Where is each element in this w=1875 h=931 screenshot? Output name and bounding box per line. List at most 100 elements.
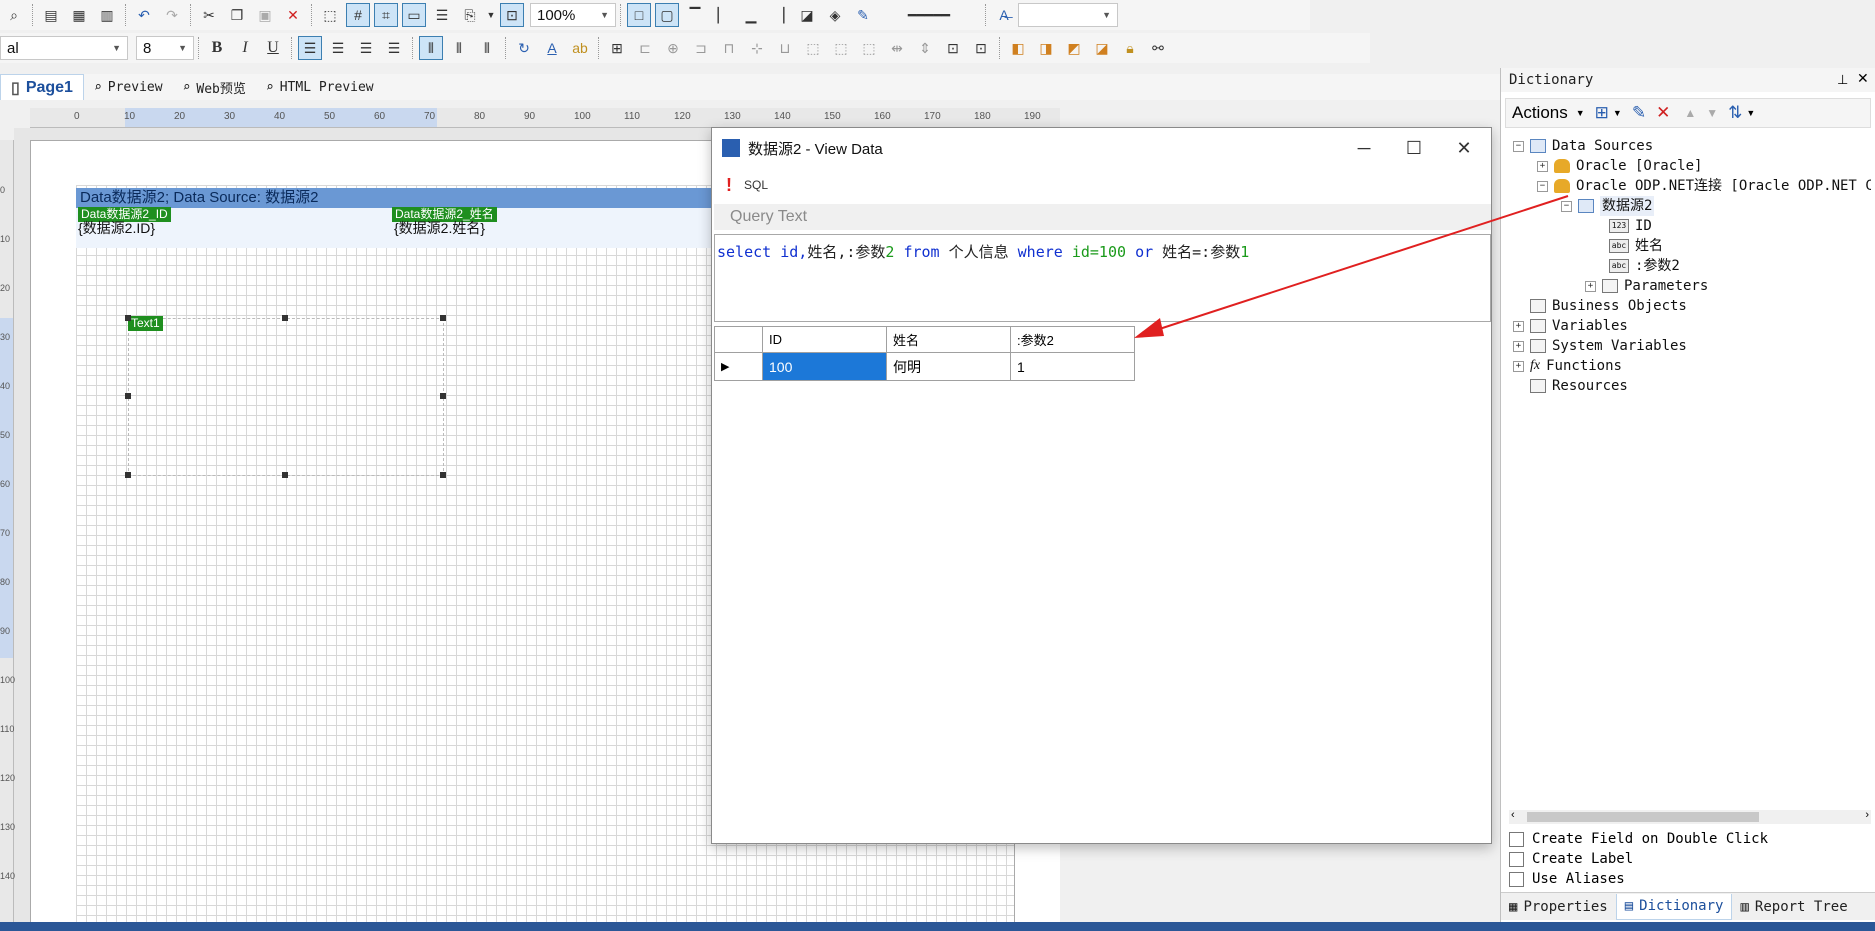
tree-field-param[interactable]: abc :参数2: [1609, 256, 1680, 276]
select-all-icon[interactable]: ⬚: [318, 3, 342, 27]
chevron-down-icon[interactable]: ▼: [1613, 108, 1622, 118]
delete-icon[interactable]: ✕: [281, 3, 305, 27]
text-component-label[interactable]: Text1: [128, 316, 163, 331]
tree-oracle[interactable]: + Oracle [Oracle]: [1537, 156, 1702, 176]
new-report-icon[interactable]: ▤: [39, 3, 63, 27]
bottom-border-icon[interactable]: ▁: [739, 3, 763, 27]
cell-name[interactable]: 何明: [886, 352, 1011, 381]
make-same-size-icon[interactable]: ⬚: [801, 36, 825, 60]
align-middles-icon[interactable]: ⊹: [745, 36, 769, 60]
layout-grid-icon[interactable]: ⊞: [605, 36, 629, 60]
bold-icon[interactable]: B: [205, 36, 229, 60]
tree-data-sources[interactable]: − Data Sources: [1513, 136, 1653, 156]
scroll-right-icon[interactable]: ›: [1865, 809, 1869, 821]
expand-icon[interactable]: +: [1537, 160, 1548, 172]
show-headers-icon[interactable]: ▭: [402, 3, 426, 27]
spacing-v-icon[interactable]: ⇕: [913, 36, 937, 60]
cut-icon[interactable]: ✂: [197, 3, 221, 27]
resize-handle[interactable]: [125, 472, 131, 478]
center-h-icon[interactable]: ⊡: [941, 36, 965, 60]
line-style-icon[interactable]: ━━━━━: [879, 3, 979, 27]
maximize-icon[interactable]: ☐: [1392, 136, 1436, 160]
left-border-icon[interactable]: ▏: [711, 3, 735, 27]
make-same-height-icon[interactable]: ⬚: [857, 36, 881, 60]
align-rights-icon[interactable]: ⊐: [689, 36, 713, 60]
tab-page1[interactable]: ▯ Page1: [0, 74, 84, 100]
resize-handle[interactable]: [125, 393, 131, 399]
chevron-down-icon[interactable]: ▼: [1576, 108, 1585, 118]
close-icon[interactable]: ✕: [1857, 70, 1869, 87]
align-to-grid-icon[interactable]: ⌗: [374, 3, 398, 27]
zoom-icon[interactable]: ⊡: [500, 3, 524, 27]
field-expression-id[interactable]: {数据源2.ID}: [78, 218, 155, 238]
shadow-icon[interactable]: ◪: [795, 3, 819, 27]
new-item-icon[interactable]: ⊞: [1595, 103, 1609, 123]
move-forward-icon[interactable]: ◩: [1062, 36, 1086, 60]
valign-bottom-icon[interactable]: ⦀: [475, 36, 499, 60]
all-borders-icon[interactable]: ▢: [655, 3, 679, 27]
top-border-icon[interactable]: ▔: [683, 3, 707, 27]
rotate-icon[interactable]: ↻: [512, 36, 536, 60]
scrollbar-thumb[interactable]: [1527, 812, 1759, 822]
option-create-label[interactable]: Create Label: [1509, 851, 1633, 867]
valign-top-icon[interactable]: ⦀: [419, 36, 443, 60]
resize-handle[interactable]: [440, 472, 446, 478]
italic-icon[interactable]: I: [233, 36, 257, 60]
tree-parameters[interactable]: + Parameters: [1585, 276, 1708, 296]
resize-handle[interactable]: [440, 393, 446, 399]
resize-handle[interactable]: [282, 472, 288, 478]
close-icon[interactable]: ✕: [1442, 136, 1486, 160]
edit-icon[interactable]: ✎: [1632, 103, 1646, 123]
tab-preview[interactable]: ⌕ Preview: [84, 74, 173, 100]
horizontal-scrollbar[interactable]: ‹ ›: [1509, 809, 1871, 824]
minimize-icon[interactable]: ─: [1342, 136, 1386, 160]
style-combo[interactable]: ▼: [1018, 3, 1118, 27]
checkbox[interactable]: [1509, 871, 1524, 887]
text-component-box[interactable]: [128, 318, 444, 476]
expand-icon[interactable]: +: [1513, 360, 1524, 372]
table-row[interactable]: ▶ 100 何明 1: [714, 352, 1135, 381]
style-icon[interactable]: A̶: [992, 3, 1016, 27]
result-grid[interactable]: ID 姓名 :参数2 ▶ 100 何明 1: [714, 326, 1135, 381]
align-centers-icon[interactable]: ⊕: [661, 36, 685, 60]
delete-icon[interactable]: ✕: [1656, 103, 1670, 123]
lock-icon[interactable]: 🔒︎: [1118, 36, 1142, 60]
data-band-header[interactable]: Data数据源2; Data Source: 数据源2: [76, 188, 716, 208]
resize-handle[interactable]: [282, 315, 288, 321]
column-header-name[interactable]: 姓名: [886, 326, 1011, 353]
align-left-icon[interactable]: ☰: [298, 36, 322, 60]
checkbox[interactable]: [1509, 851, 1524, 867]
tab-web-preview[interactable]: ⌕ Web预览: [173, 74, 256, 100]
tab-properties[interactable]: ▦ Properties: [1501, 894, 1616, 920]
tree-resources[interactable]: Resources: [1530, 376, 1628, 396]
align-tops-icon[interactable]: ⊓: [717, 36, 741, 60]
font-name-combo[interactable]: al ▼: [0, 36, 128, 60]
send-back-icon[interactable]: ◨: [1034, 36, 1058, 60]
move-backward-icon[interactable]: ◪: [1090, 36, 1114, 60]
font-size-combo[interactable]: 8 ▼: [136, 36, 194, 60]
column-header-id[interactable]: ID: [762, 326, 887, 353]
align-center-icon[interactable]: ☰: [326, 36, 350, 60]
tree-field-id[interactable]: 123 ID: [1609, 216, 1652, 236]
border-color-icon[interactable]: ✎: [851, 3, 875, 27]
right-border-icon[interactable]: ▕: [767, 3, 791, 27]
zoom-page-icon[interactable]: ⌕: [2, 3, 26, 27]
chevron-down-icon[interactable]: ▼: [1746, 108, 1755, 118]
tree-field-name[interactable]: abc 姓名: [1609, 236, 1663, 256]
sql-button[interactable]: ! SQL: [726, 172, 768, 198]
underline-icon[interactable]: U: [261, 36, 285, 60]
actions-menu[interactable]: Actions: [1512, 103, 1568, 123]
option-use-aliases[interactable]: Use Aliases: [1509, 871, 1625, 887]
border-icon[interactable]: □: [627, 3, 651, 27]
fill-color-icon[interactable]: ◈: [823, 3, 847, 27]
highlight-icon[interactable]: ab: [568, 36, 592, 60]
align-lefts-icon[interactable]: ⊏: [633, 36, 657, 60]
cell-id[interactable]: 100: [762, 352, 887, 381]
copy-icon[interactable]: ❐: [225, 3, 249, 27]
option-create-field[interactable]: Create Field on Double Click: [1509, 831, 1768, 847]
pin-icon[interactable]: ⊥: [1837, 72, 1848, 88]
resize-handle[interactable]: [125, 315, 131, 321]
dropdown-arrow-icon[interactable]: ▼: [486, 3, 496, 27]
align-right-icon[interactable]: ☰: [354, 36, 378, 60]
tab-html-preview[interactable]: ⌕ HTML Preview: [256, 74, 384, 100]
